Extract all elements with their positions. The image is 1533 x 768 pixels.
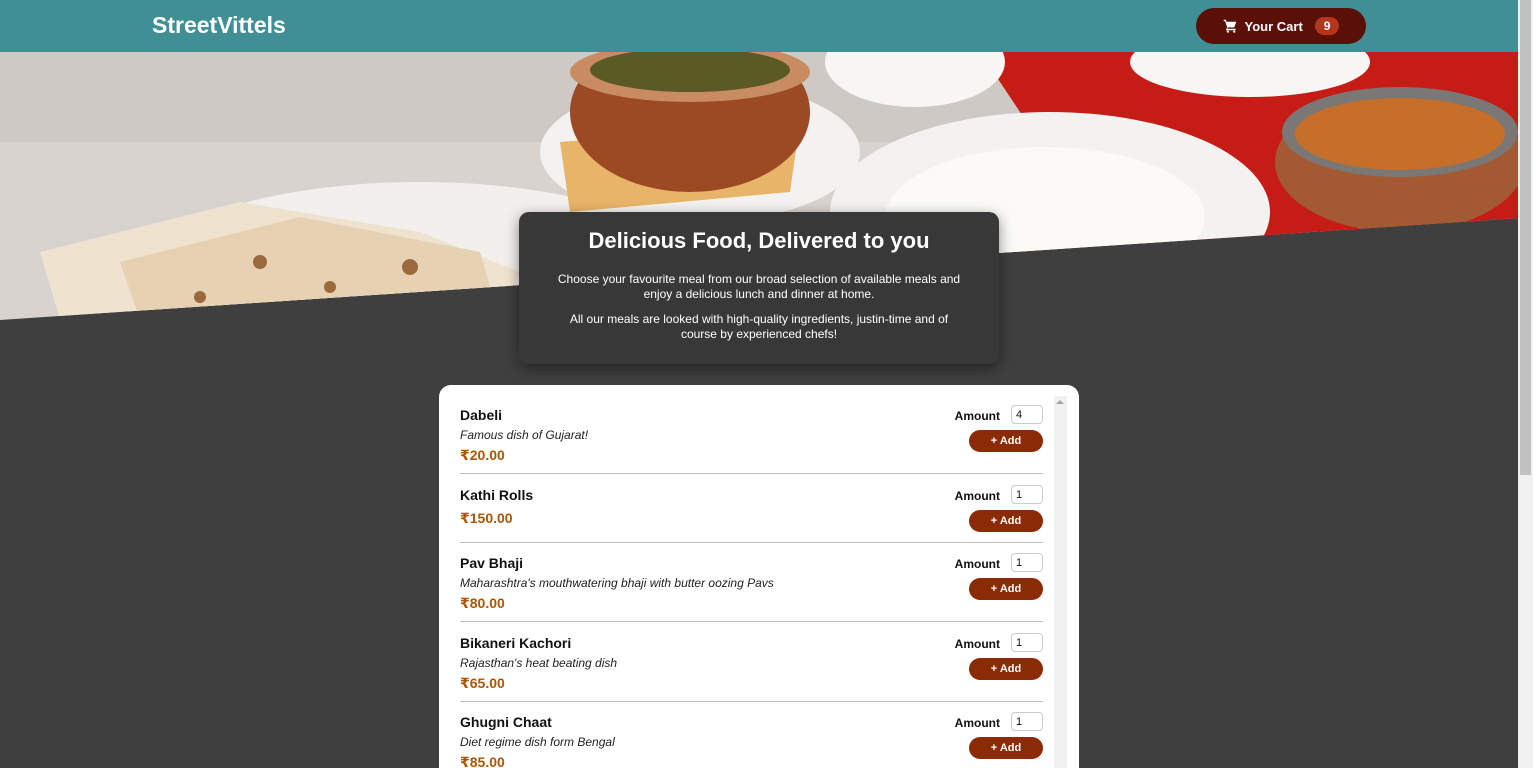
page-scrollbar-thumb[interactable] — [1520, 0, 1531, 475]
meal-price: ₹85.00 — [460, 754, 505, 768]
amount-label: Amount — [954, 716, 1000, 730]
meal-description: Rajasthan's heat beating dish — [460, 656, 618, 670]
meal-item-bikaneri-kachori: Bikaneri Kachori Rajasthan's heat beatin… — [460, 633, 1043, 702]
page-scrollbar[interactable] — [1518, 0, 1533, 768]
add-button[interactable]: + Add — [969, 430, 1043, 452]
cart-count-badge: 9 — [1314, 17, 1340, 35]
cart-icon — [1223, 19, 1237, 33]
summary-title: Delicious Food, Delivered to you — [588, 228, 930, 253]
meal-name: Kathi Rolls — [460, 487, 534, 503]
meal-price: ₹65.00 — [460, 675, 505, 691]
amount-input[interactable] — [1011, 633, 1043, 652]
amount-input[interactable] — [1011, 485, 1043, 504]
meals-scrollbar[interactable] — [1054, 396, 1067, 768]
amount-label: Amount — [954, 489, 1000, 503]
summary-paragraph-1: Choose your favourite meal from our broa… — [557, 272, 961, 301]
meal-price: ₹20.00 — [460, 447, 505, 463]
meal-item-dabeli: Dabeli Famous dish of Gujarat! ₹20.00 Am… — [460, 405, 1043, 474]
meal-item-ghugni-chaat: Ghugni Chaat Diet regime dish form Benga… — [460, 712, 1043, 768]
amount-input[interactable] — [1011, 553, 1043, 572]
add-button[interactable]: + Add — [969, 658, 1043, 680]
amount-label: Amount — [954, 557, 1000, 571]
cart-button[interactable]: Your Cart 9 — [1196, 8, 1366, 44]
meal-item-pav-bhaji: Pav Bhaji Maharashtra's mouthwatering bh… — [460, 553, 1043, 622]
amount-label: Amount — [954, 637, 1000, 651]
meal-name: Pav Bhaji — [460, 555, 524, 571]
amount-input[interactable] — [1011, 405, 1043, 424]
meal-name: Bikaneri Kachori — [460, 635, 572, 651]
brand-logo-text[interactable]: StreetVittels — [152, 12, 286, 39]
meal-name: Dabeli — [460, 407, 503, 423]
meal-description: Famous dish of Gujarat! — [460, 428, 589, 442]
meal-description: Diet regime dish form Bengal — [460, 735, 615, 749]
add-button[interactable]: + Add — [969, 578, 1043, 600]
amount-label: Amount — [954, 409, 1000, 423]
add-button[interactable]: + Add — [969, 510, 1043, 532]
add-button[interactable]: + Add — [969, 737, 1043, 759]
amount-input[interactable] — [1011, 712, 1043, 731]
summary-paragraph-2: All our meals are looked with high-quali… — [569, 312, 949, 341]
meal-name: Ghugni Chaat — [460, 714, 552, 730]
meal-description: Maharashtra's mouthwatering bhaji with b… — [460, 576, 774, 590]
meals-list-card: Dabeli Famous dish of Gujarat! ₹20.00 Am… — [439, 385, 1079, 768]
meal-item-kathi-rolls: Kathi Rolls ₹150.00 Amount + Add — [460, 485, 1043, 543]
meal-price: ₹80.00 — [460, 595, 505, 611]
scroll-up-arrow-icon[interactable] — [1056, 400, 1064, 404]
top-navbar: StreetVittels Your Cart 9 — [0, 0, 1518, 52]
cart-label: Your Cart — [1244, 18, 1303, 34]
meal-price: ₹150.00 — [460, 510, 513, 526]
summary-card: Delicious Food, Delivered to you Choose … — [519, 212, 999, 364]
